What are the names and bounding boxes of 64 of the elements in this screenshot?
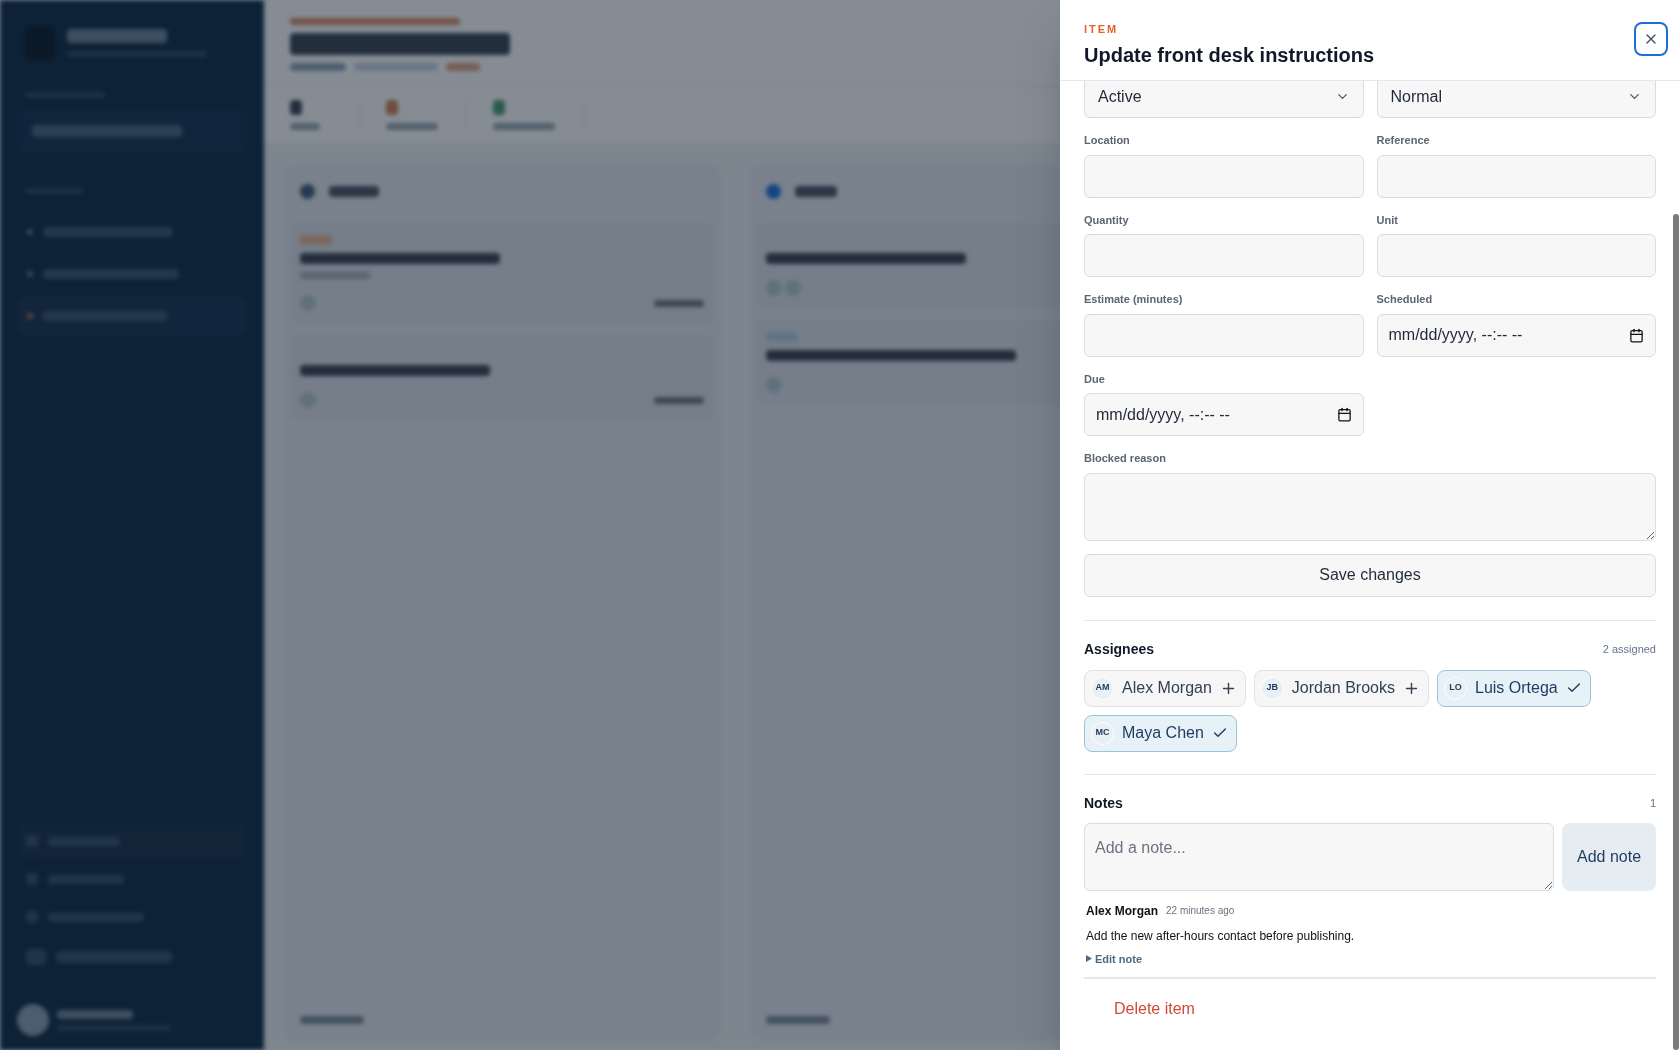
blurred-text-bar <box>654 396 704 404</box>
blurred-text-bar <box>300 272 370 279</box>
blurred-text-bar <box>766 1016 830 1024</box>
initials-avatar: MC <box>1091 721 1114 745</box>
section-title: Assignees <box>1084 639 1155 659</box>
note-time: 22 minutes ago <box>1166 904 1235 918</box>
initials-avatar: AM <box>1091 676 1114 700</box>
close-button[interactable] <box>1634 22 1668 56</box>
blurred-text-bar <box>493 123 555 130</box>
field-label: Quantity <box>1084 212 1130 228</box>
blurred-text-bar <box>329 185 379 197</box>
blurred-text-bar <box>493 100 505 115</box>
calendar-icon <box>1336 407 1352 422</box>
field-label: Blocked reason <box>1084 451 1167 466</box>
note-author: Alex Morgan <box>1086 902 1158 920</box>
select-field[interactable]: Normal <box>1376 81 1656 118</box>
blurred-text-bar <box>290 123 320 130</box>
column-icon <box>766 183 781 199</box>
field-label: Reference <box>1376 133 1431 148</box>
input-field[interactable] <box>1376 154 1656 198</box>
drawer-title: Update front desk instructions <box>1084 43 1375 68</box>
save-button[interactable]: Save changes <box>1084 553 1656 597</box>
drawer-eyebrow: ITEM <box>1084 22 1120 36</box>
blurred-text-bar <box>290 63 346 71</box>
input-field[interactable] <box>1084 234 1364 277</box>
field-label: Unit <box>1376 212 1399 228</box>
input-field[interactable] <box>1084 154 1364 198</box>
column-icon <box>300 183 315 199</box>
initials-avatar: LO <box>1444 676 1467 700</box>
blurred-text-bar <box>795 185 837 197</box>
input-field[interactable] <box>1084 313 1364 357</box>
note-text: Add the new after-hours contact before publishing. <box>1086 927 1356 945</box>
initials-avatar: JB <box>1260 676 1284 700</box>
field-label: Estimate (minutes) <box>1084 292 1184 307</box>
blurred-text-bar <box>290 100 302 115</box>
assignee-chip[interactable]: MC Maya Chen <box>1084 714 1237 752</box>
assignee-chip[interactable]: LO Luis Ortega <box>1437 669 1591 707</box>
calendar-icon <box>1629 327 1644 343</box>
field-label: Location <box>1084 133 1131 148</box>
blurred-text-bar <box>300 1016 364 1024</box>
edit-note-toggle[interactable]: Edit note <box>1086 950 1143 967</box>
field-label: Due <box>1084 371 1106 387</box>
field-label: Scheduled <box>1376 292 1434 307</box>
date-field[interactable]: mm/dd/yyyy, --:-- -- <box>1084 393 1364 436</box>
assigned-count: 2 assigned <box>1602 641 1656 657</box>
add-note-button[interactable]: Add note <box>1562 822 1656 891</box>
user-avatar <box>17 1004 49 1036</box>
section-title: Notes <box>1084 793 1123 813</box>
assignee-chip[interactable]: AM Alex Morgan <box>1084 669 1246 707</box>
triangle-icon <box>1086 955 1092 963</box>
blurred-text-bar <box>300 235 332 245</box>
select-field[interactable]: Active <box>1084 81 1364 118</box>
assignee-chip[interactable]: JB Jordan Brooks <box>1253 669 1429 707</box>
blurred-text-bar <box>386 123 438 130</box>
blurred-text-bar <box>386 100 398 115</box>
notes-count: 1 <box>1649 795 1656 811</box>
input-field[interactable] <box>1376 234 1656 277</box>
scrollbar-thumb[interactable] <box>1673 214 1679 1050</box>
blurred-text-bar <box>654 299 704 307</box>
text-area[interactable] <box>1084 472 1656 541</box>
blurred-text-bar <box>446 63 480 71</box>
note-field[interactable]: Add a note... <box>1084 822 1554 891</box>
delete-button[interactable]: Delete item <box>1114 997 1195 1021</box>
date-field[interactable]: mm/dd/yyyy, --:-- -- <box>1376 313 1656 357</box>
